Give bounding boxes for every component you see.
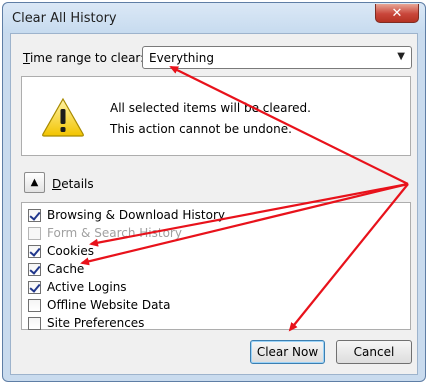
dialog-body: Time range to clear: Everything ▼ All se…: [10, 33, 418, 375]
checkbox-offline-website-data[interactable]: [28, 298, 41, 312]
time-range-select[interactable]: Everything ▼: [142, 46, 412, 69]
list-item[interactable]: Cache: [28, 261, 84, 277]
checkbox-site-preferences[interactable]: [28, 316, 41, 330]
list-item[interactable]: Offline Website Data: [28, 297, 171, 313]
time-range-label: Time range to clear:: [23, 51, 145, 65]
checkbox-label: Form & Search History: [47, 226, 182, 240]
chevron-down-icon: ▼: [397, 51, 405, 62]
checkbox-cache[interactable]: [28, 262, 41, 276]
list-item[interactable]: Site Preferences: [28, 315, 144, 331]
checkbox-label: Site Preferences: [47, 316, 145, 330]
checkbox-cookies[interactable]: [28, 244, 41, 258]
details-toggle-button[interactable]: ▲: [24, 172, 45, 193]
warning-panel: All selected items will be cleared. This…: [21, 76, 411, 156]
list-item: Form & Search History: [28, 225, 182, 241]
warning-text-line2: This action cannot be undone.: [110, 122, 292, 136]
checkbox-label: Active Logins: [47, 280, 127, 294]
checkbox-label: Cookies: [47, 244, 94, 258]
title-bar[interactable]: Clear All History ✕: [3, 3, 425, 33]
history-items-list: Browsing & Download History Form & Searc…: [21, 202, 411, 330]
checkbox-active-logins[interactable]: [28, 280, 41, 294]
close-icon: ✕: [391, 5, 403, 21]
time-range-value: Everything: [149, 51, 214, 65]
list-item[interactable]: Cookies: [28, 243, 94, 259]
clear-now-button[interactable]: Clear Now: [250, 340, 325, 364]
checkbox-label: Cache: [47, 262, 85, 276]
warning-icon: [42, 97, 84, 137]
details-label: Details: [52, 177, 94, 191]
checkbox-label: Offline Website Data: [47, 298, 171, 312]
list-item[interactable]: Active Logins: [28, 279, 127, 295]
clear-history-dialog: Clear All History ✕ Time range to clear:…: [2, 2, 426, 382]
warning-text-line1: All selected items will be cleared.: [110, 101, 311, 115]
cancel-button[interactable]: Cancel: [336, 340, 412, 364]
close-button[interactable]: ✕: [375, 4, 419, 23]
checkbox-form-search-history: [28, 226, 41, 240]
list-item[interactable]: Browsing & Download History: [28, 207, 225, 223]
checkbox-browsing-history[interactable]: [28, 208, 41, 222]
chevron-up-icon: ▲: [30, 177, 39, 188]
window-title: Clear All History: [12, 11, 117, 26]
checkbox-label: Browsing & Download History: [47, 208, 226, 222]
